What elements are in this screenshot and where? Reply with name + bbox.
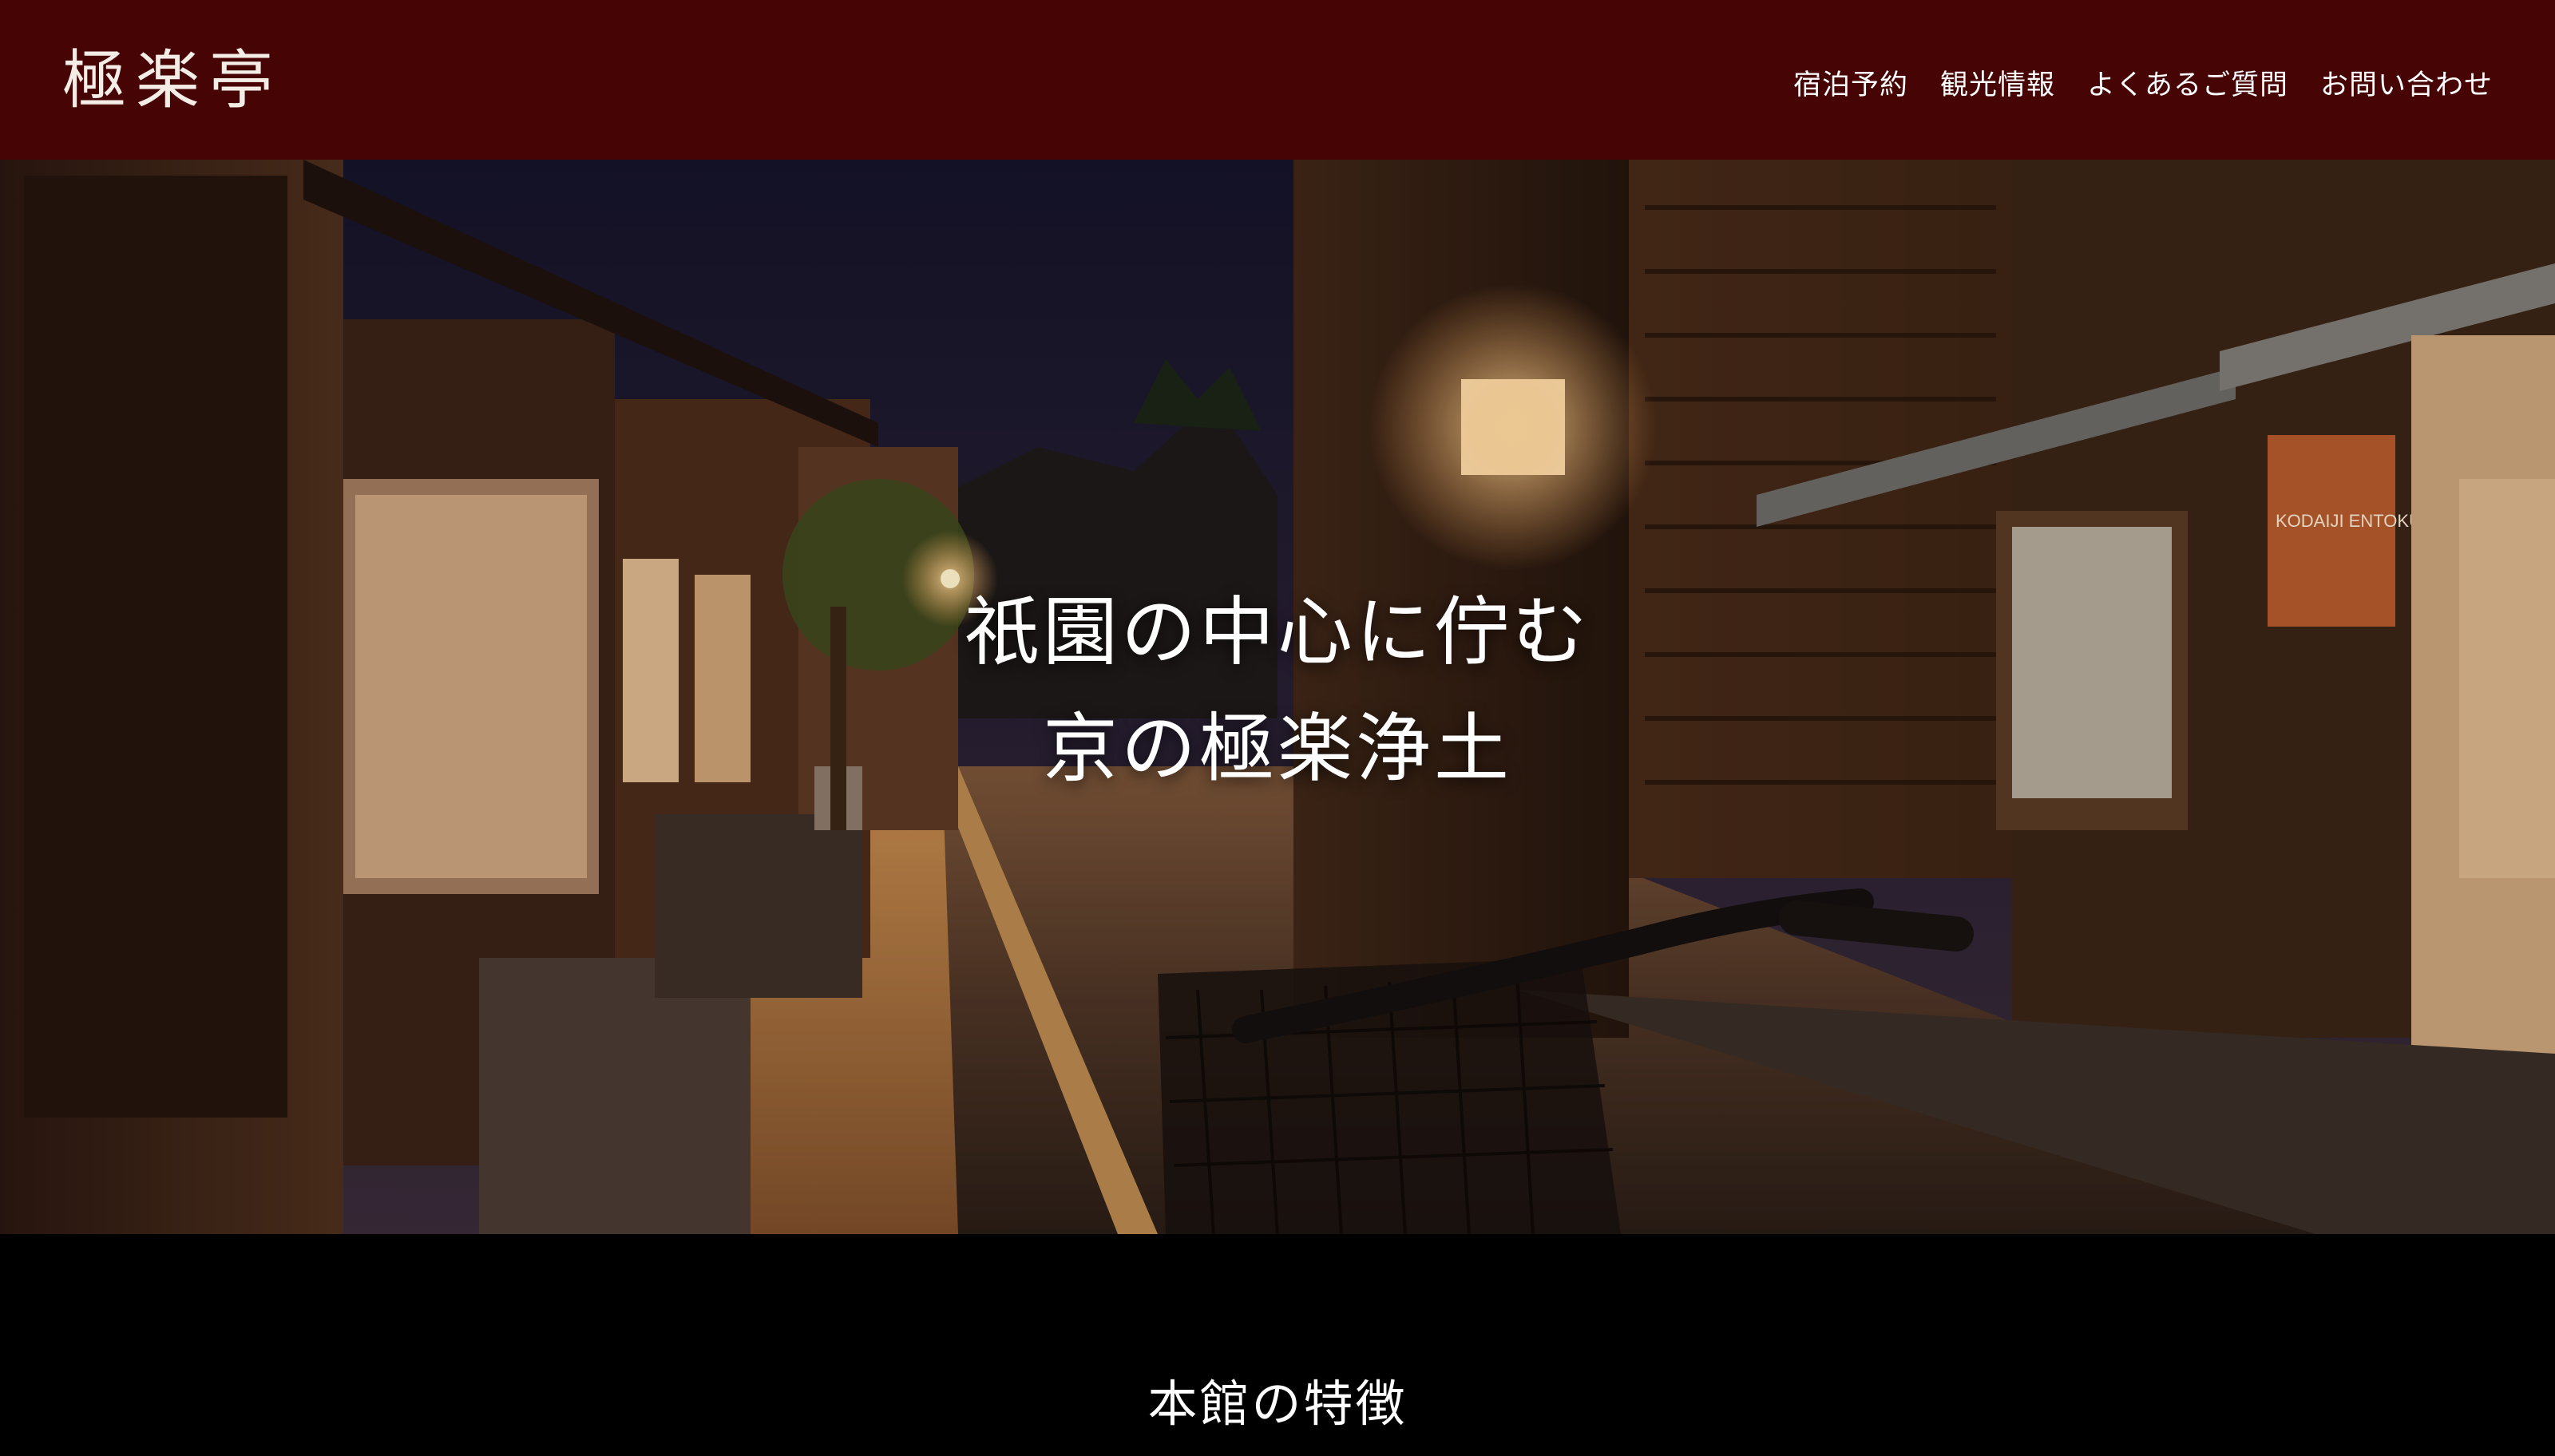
main-nav: 宿泊予約 観光情報 よくあるご質問 お問い合わせ bbox=[1793, 62, 2493, 103]
nav-sightseeing-link[interactable]: 観光情報 bbox=[1940, 62, 2055, 103]
nav-reservation-link[interactable]: 宿泊予約 bbox=[1793, 62, 1908, 103]
nav-faq-link[interactable]: よくあるご質問 bbox=[2087, 62, 2288, 103]
nav-contact-link[interactable]: お問い合わせ bbox=[2320, 62, 2493, 103]
features-title: 本館の特徴 bbox=[1147, 1375, 1408, 1433]
site-logo[interactable]: 極楽亭 bbox=[62, 29, 283, 121]
site-header: 極楽亭 宿泊予約 観光情報 よくあるご質問 お問い合わせ bbox=[0, 0, 2555, 160]
hero-headline: 祇園の中心に佇む 京の極楽浄土 bbox=[0, 575, 2555, 808]
hero-headline-line-1: 祇園の中心に佇む bbox=[964, 589, 1590, 676]
features-section: 本館の特徴 bbox=[0, 1234, 2555, 1456]
hero-headline-line-2: 京の極楽浄土 bbox=[1042, 706, 1512, 793]
hero-section: KODAIJI ENTOKUIN SPRING 2017 祇園の bbox=[0, 160, 2555, 1234]
